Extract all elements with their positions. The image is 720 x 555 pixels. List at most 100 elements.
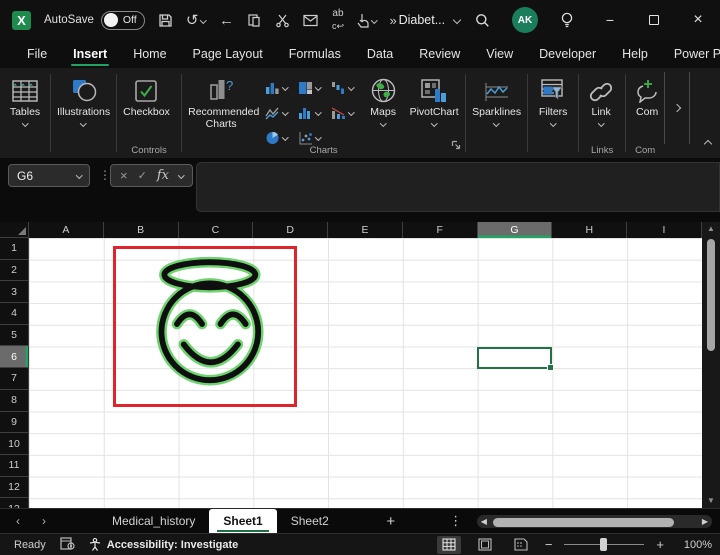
menu-tab-data[interactable]: Data <box>354 40 406 68</box>
column-header-E[interactable]: E <box>328 222 403 238</box>
row-header-10[interactable]: 10 <box>0 433 29 455</box>
scroll-up-icon[interactable]: ▲ <box>707 225 715 233</box>
select-all-corner[interactable] <box>0 222 29 238</box>
copy-icon[interactable] <box>247 13 262 28</box>
zoom-in-button[interactable]: + <box>656 537 664 552</box>
collapse-ribbon-button[interactable] <box>705 134 711 152</box>
avatar[interactable]: AK <box>512 7 538 33</box>
qat-overflow-icon[interactable]: » <box>390 14 397 27</box>
undo-icon[interactable]: ↺ <box>186 13 206 28</box>
scroll-right-icon[interactable]: ▶ <box>702 517 708 526</box>
menu-tab-help[interactable]: Help <box>609 40 661 68</box>
search-button[interactable] <box>462 0 504 40</box>
row-header-5[interactable]: 5 <box>0 325 29 347</box>
sheet-options-icon[interactable]: ⋮ <box>441 509 471 533</box>
hierarchy-chart-dropdown-icon[interactable] <box>315 84 321 90</box>
line-chart-dropdown-icon[interactable] <box>282 109 288 115</box>
charts-dialog-launcher-icon[interactable] <box>451 137 461 155</box>
column-header-H[interactable]: H <box>552 222 627 238</box>
name-box-dropdown-icon[interactable] <box>76 172 82 178</box>
menu-tab-view[interactable]: View <box>473 40 526 68</box>
name-box[interactable]: G6 <box>8 164 90 187</box>
row-header-8[interactable]: 8 <box>0 390 29 412</box>
filters-dropdown-icon[interactable] <box>550 120 556 126</box>
normal-view-button[interactable] <box>437 536 461 554</box>
combo-chart-dropdown-icon[interactable] <box>348 109 354 115</box>
scroll-down-icon[interactable]: ▼ <box>707 497 715 505</box>
pivotchart-dropdown-icon[interactable] <box>431 120 437 126</box>
link-button[interactable]: Link <box>581 73 621 128</box>
formula-input[interactable] <box>196 162 720 212</box>
sheet-tab-sheet2[interactable]: Sheet2 <box>277 509 343 533</box>
close-button[interactable]: × <box>676 0 720 40</box>
pivotchart-button[interactable]: PivotChart <box>405 73 463 128</box>
illustrations-dropdown-icon[interactable] <box>80 120 86 126</box>
zoom-out-button[interactable]: − <box>545 537 553 552</box>
confirm-entry-icon[interactable]: ✓ <box>138 169 147 182</box>
new-sheet-button[interactable]: + <box>371 509 411 533</box>
maps-dropdown-icon[interactable] <box>380 120 386 126</box>
row-header-3[interactable]: 3 <box>0 281 29 303</box>
sheet-tab-medical_history[interactable]: Medical_history <box>98 509 209 533</box>
vertical-scrollbar[interactable]: ▲ ▼ <box>702 222 720 508</box>
accessibility-status[interactable]: Accessibility: Investigate <box>89 538 238 551</box>
page-break-view-button[interactable] <box>509 536 533 554</box>
new-comment-button[interactable]: Com <box>628 73 662 120</box>
prev-sheet-icon[interactable]: ‹ <box>16 514 20 528</box>
menu-tab-page-layout[interactable]: Page Layout <box>180 40 276 68</box>
zoom-level[interactable]: 100% <box>676 539 712 551</box>
zoom-slider-thumb[interactable] <box>600 538 607 551</box>
autocorrect-icon[interactable]: abc↩ <box>332 9 344 31</box>
document-title[interactable]: Diabet... <box>399 13 461 27</box>
horizontal-scrollbar[interactable]: ◀ ▶ <box>477 515 712 528</box>
touch-mouse-mode-icon[interactable] <box>357 13 377 28</box>
account-avatar[interactable]: AK <box>504 0 546 40</box>
lightbulb-button[interactable] <box>546 0 588 40</box>
link-dropdown-icon[interactable] <box>598 120 604 126</box>
column-chart-button[interactable] <box>260 75 293 100</box>
document-dropdown-icon[interactable] <box>453 16 461 24</box>
sheet-tab-sheet1[interactable]: Sheet1 <box>209 509 276 533</box>
row-header-1[interactable]: 1 <box>0 238 29 260</box>
back-arrow-icon[interactable]: ← <box>219 13 234 28</box>
waterfall-chart-dropdown-icon[interactable] <box>348 84 354 90</box>
maximize-button[interactable] <box>632 0 676 40</box>
page-layout-view-button[interactable] <box>473 536 497 554</box>
cancel-entry-icon[interactable]: × <box>120 168 128 183</box>
menu-tab-power-pivot[interactable]: Power Pivot <box>661 40 720 68</box>
histogram-chart-dropdown-icon[interactable] <box>315 109 321 115</box>
row-header-4[interactable]: 4 <box>0 303 29 325</box>
undo-dropdown-icon[interactable] <box>201 17 207 23</box>
macro-record-icon[interactable] <box>60 537 75 553</box>
menu-tab-formulas[interactable]: Formulas <box>276 40 354 68</box>
filters-button[interactable]: Filters <box>530 73 576 128</box>
waterfall-chart-button[interactable] <box>326 75 359 100</box>
autosave-toggle[interactable]: Off <box>101 11 145 30</box>
insert-function-button[interactable]: fx <box>157 168 169 183</box>
combo-chart-button[interactable] <box>326 100 359 125</box>
column-header-A[interactable]: A <box>29 222 104 238</box>
touch-mode-dropdown-icon[interactable] <box>371 17 377 23</box>
checkbox-button[interactable]: Checkbox <box>119 73 174 120</box>
histogram-chart-button[interactable] <box>293 100 326 125</box>
line-chart-button[interactable] <box>260 100 293 125</box>
save-icon[interactable] <box>158 13 173 28</box>
column-chart-dropdown-icon[interactable] <box>282 84 288 90</box>
pie-chart-dropdown-icon[interactable] <box>282 134 288 140</box>
column-header-F[interactable]: F <box>403 222 478 238</box>
column-header-D[interactable]: D <box>253 222 328 238</box>
tables-dropdown-icon[interactable] <box>22 120 28 126</box>
inserted-image[interactable] <box>113 246 297 407</box>
menu-tab-home[interactable]: Home <box>120 40 179 68</box>
menu-tab-review[interactable]: Review <box>406 40 473 68</box>
vertical-scroll-thumb[interactable] <box>707 239 715 351</box>
autosave-control[interactable]: AutoSave Off <box>44 11 145 30</box>
row-header-7[interactable]: 7 <box>0 368 29 390</box>
zoom-slider[interactable] <box>564 544 644 546</box>
cut-icon[interactable] <box>275 13 290 28</box>
column-header-C[interactable]: C <box>179 222 254 238</box>
sparklines-dropdown-icon[interactable] <box>493 120 499 126</box>
menu-tab-insert[interactable]: Insert <box>60 40 120 68</box>
row-header-9[interactable]: 9 <box>0 412 29 434</box>
recommended-charts-button[interactable]: ? Recommended Charts <box>184 73 258 132</box>
